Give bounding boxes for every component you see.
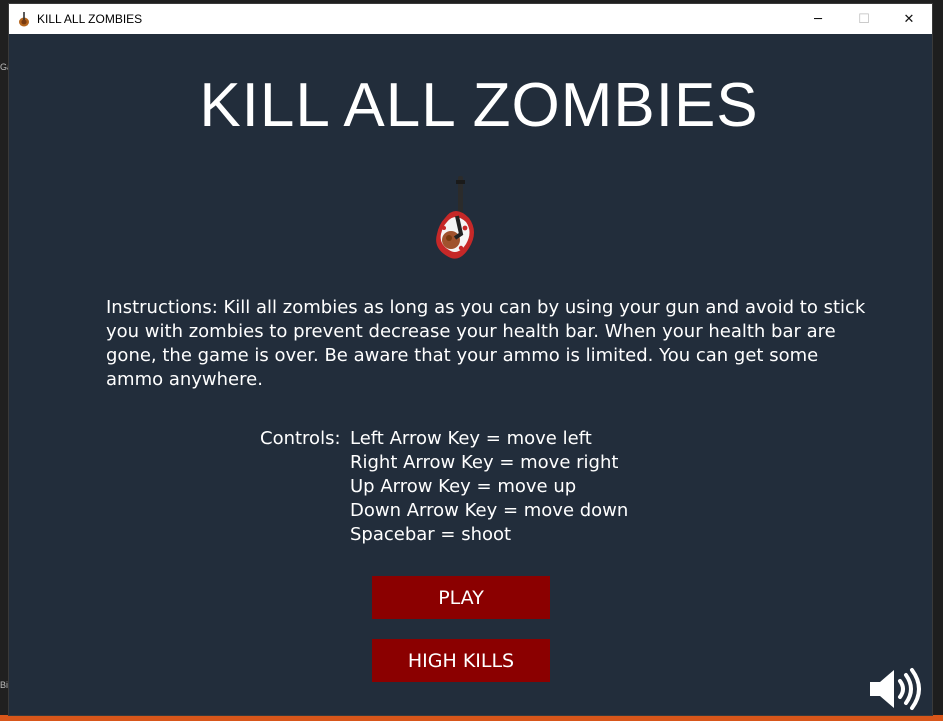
control-item-right: Right Arrow Key = move right xyxy=(350,452,619,473)
controls-label: Controls: xyxy=(260,428,341,449)
close-button[interactable]: ✕ xyxy=(886,4,932,34)
control-item-up: Up Arrow Key = move up xyxy=(350,476,577,497)
zombie-with-gun-icon xyxy=(436,176,474,259)
instructions-text: Instructions: Kill all zombies as long a… xyxy=(106,297,866,390)
window-title: KILL ALL ZOMBIES xyxy=(37,12,143,26)
play-button[interactable]: PLAY xyxy=(372,576,550,619)
controls-list: Left Arrow Key = move left Right Arrow K… xyxy=(350,427,628,547)
control-item-down: Down Arrow Key = move down xyxy=(350,500,629,521)
taskbar-strip xyxy=(0,715,943,721)
game-title: KILL ALL ZOMBIES xyxy=(199,71,759,140)
game-window: KILL ALL ZOMBIES ─ ☐ ✕ KILL ALL ZOMBIES … xyxy=(9,4,932,715)
main-menu: KILL ALL ZOMBIES Instructions: Kill all … xyxy=(9,34,932,715)
desktop-icon-label: Bi xyxy=(0,680,9,690)
title-bar[interactable]: KILL ALL ZOMBIES ─ ☐ ✕ xyxy=(9,4,932,34)
app-icon xyxy=(19,12,29,27)
minimize-button[interactable]: ─ xyxy=(795,4,841,34)
control-item-shoot: Spacebar = shoot xyxy=(350,524,512,545)
high-kills-button[interactable]: HIGH KILLS xyxy=(372,639,550,682)
control-item-left: Left Arrow Key = move left xyxy=(350,428,592,449)
desktop-background-left: Ga Bi xyxy=(0,0,9,721)
speaker-volume-icon[interactable] xyxy=(866,667,926,711)
maximize-button[interactable]: ☐ xyxy=(841,4,887,34)
desktop-icon-label: Ga xyxy=(0,62,9,72)
